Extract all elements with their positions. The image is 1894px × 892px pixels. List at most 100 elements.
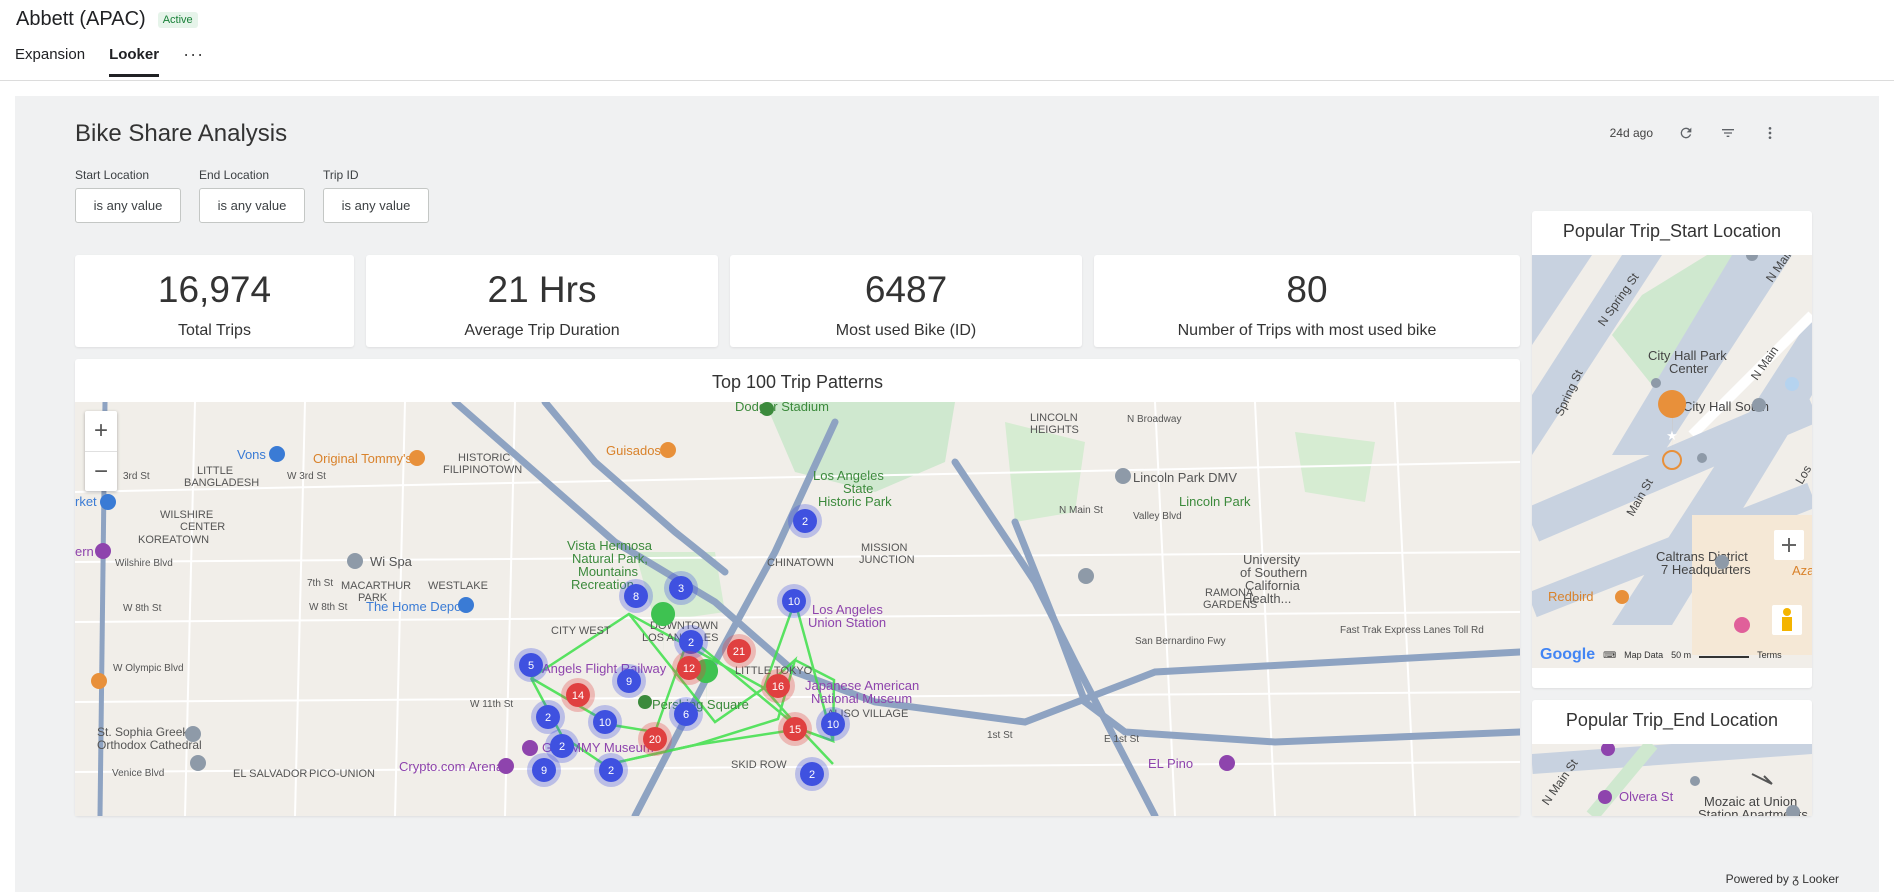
filter-trip-id-input[interactable]: is any value [323,188,429,223]
map-label: Wi Spa [370,554,413,569]
poi-icon [1690,776,1700,786]
more-vert-icon[interactable] [1761,124,1779,142]
filter-icon[interactable] [1719,124,1737,142]
map-label: WILSHIRE [160,509,213,521]
poi-icon [1598,790,1612,804]
cluster-marker[interactable]: 10 [777,584,811,618]
map-data-link[interactable]: Map Data [1624,650,1663,660]
tile-title: Popular Trip_Start Location [1562,221,1782,241]
refresh-icon[interactable] [1677,124,1695,142]
looker-logo-icon: ᵹ [1792,872,1799,886]
tile-title: Top 100 Trip Patterns [711,372,884,392]
map-label: GARDENS [1203,599,1257,611]
tab-looker[interactable]: Looker [109,46,160,77]
map-label: Dodger Stadium [735,402,829,414]
cluster-marker[interactable]: 10 [588,705,622,739]
map-label: MISSION [861,542,908,554]
park-icon [638,695,652,709]
trip-patterns-tile: Top 100 Trip Patterns Dodger Stadium LIN… [75,359,1520,816]
tab-expansion[interactable]: Expansion [15,46,85,77]
map-label: JUNCTION [859,554,915,566]
map-label: W 8th St [123,603,162,614]
app-header: Abbett (APAC) Active Expansion Looker ··… [0,0,1894,81]
cluster-marker[interactable]: 9 [527,753,561,787]
cluster-marker[interactable]: 5 [514,648,548,682]
map-label: PICO-UNION [309,768,375,780]
terms-link[interactable]: Terms [1757,650,1782,660]
cluster-marker[interactable]: 14 [561,678,595,712]
cluster-marker[interactable]: 20 [638,722,672,756]
cluster-marker[interactable]: 2 [788,504,822,538]
filter-trip-id: Trip ID is any value [323,168,429,223]
looker-brand: Looker [1802,872,1839,886]
zoom-in-button[interactable]: + [85,411,117,451]
cluster-marker[interactable]: 3 [664,571,698,605]
spa-icon [347,553,363,569]
map-label: SKID ROW [731,759,787,771]
cluster-count: 8 [633,591,639,603]
cluster-marker[interactable]: 8 [619,579,653,613]
trip-patterns-map[interactable]: Dodger Stadium LINCOLN HEIGHTS N Broadwa… [75,402,1520,816]
cluster-count: 14 [572,690,584,702]
map-label: Orthodox Cathedral [97,738,202,752]
cluster-count: 2 [688,637,694,649]
cluster-marker[interactable]: 6 [669,697,703,731]
cluster-marker[interactable]: 2 [594,753,628,787]
cluster-count: 21 [733,646,745,658]
cluster-marker[interactable]: 12 [672,651,706,685]
cluster-marker[interactable]: 2 [531,700,565,734]
cluster-count: 16 [772,681,784,693]
start-location-map[interactable]: N Spring St N Main City Hall Park Center… [1532,255,1812,668]
zoom-out-button[interactable]: − [85,451,117,491]
map-label: Original Tommy's [313,451,413,466]
poi-icon [1752,398,1766,412]
end-location-map[interactable]: N Main St Olvera St Mozaic at Union Stat… [1532,744,1812,816]
dashboard-actions: 24d ago [1610,124,1779,142]
cluster-marker[interactable]: 15 [778,712,812,746]
map-label: Center [1669,361,1709,376]
filter-end-location-input[interactable]: is any value [199,188,305,223]
map-label: CITY WEST [551,625,611,637]
poi-icon [1734,617,1750,633]
svg-text:★: ★ [1666,429,1678,444]
start-location-tile: Popular Trip_Start Location N Spring St … [1532,211,1812,688]
filter-label: End Location [199,168,270,182]
map-label: Crypto.com Arena [399,759,504,774]
map-label: Lincoln Park [1179,494,1251,509]
kpi-trips-most-used-bike: 80 Number of Trips with most used bike [1094,255,1520,347]
kpi-value: 21 Hrs [487,269,597,310]
map-label: RAMONA [1205,587,1254,599]
more-tabs-icon[interactable]: ··· [183,44,204,79]
map-label: FILIPINOTOWN [443,464,522,476]
restaurant-icon [409,450,425,466]
map-label: Angels Flight Railway [542,661,667,676]
map-label: 7th St [307,578,333,589]
cluster-marker[interactable]: 21 [722,634,756,668]
filter-start-location: Start Location is any value [75,168,181,223]
map-label: Lincoln Park DMV [1133,470,1237,485]
filter-end-location: End Location is any value [199,168,305,223]
filter-label: Start Location [75,168,150,182]
map-label: The Home Depot [366,599,465,614]
restaurant-icon [660,442,676,458]
map-label: MACARTHUR [341,580,411,592]
filter-bar: Start Location is any value End Location… [75,168,429,223]
map-label: 1st St [987,730,1013,741]
map-label: E 1st St [1104,734,1139,745]
cluster-marker[interactable]: 9 [612,664,646,698]
last-updated: 24d ago [1609,126,1653,140]
filter-start-location-input[interactable]: is any value [75,188,181,223]
cluster-count: 9 [626,676,632,688]
cluster-marker[interactable]: 2 [795,757,829,791]
cluster-count: 10 [788,596,800,608]
cluster-count: 9 [541,765,547,777]
map-label: CHINATOWN [767,557,834,569]
keyboard-icon[interactable]: ⌨ [1603,650,1616,661]
cluster-marker[interactable]: 16 [761,669,795,703]
cluster-count: 10 [827,719,839,731]
scale-bar [1699,652,1750,658]
map-label: W Olympic Blvd [113,663,184,674]
cluster-count: 15 [789,724,801,736]
map-label: ern [75,544,94,559]
cluster-marker[interactable]: 10 [816,707,850,741]
